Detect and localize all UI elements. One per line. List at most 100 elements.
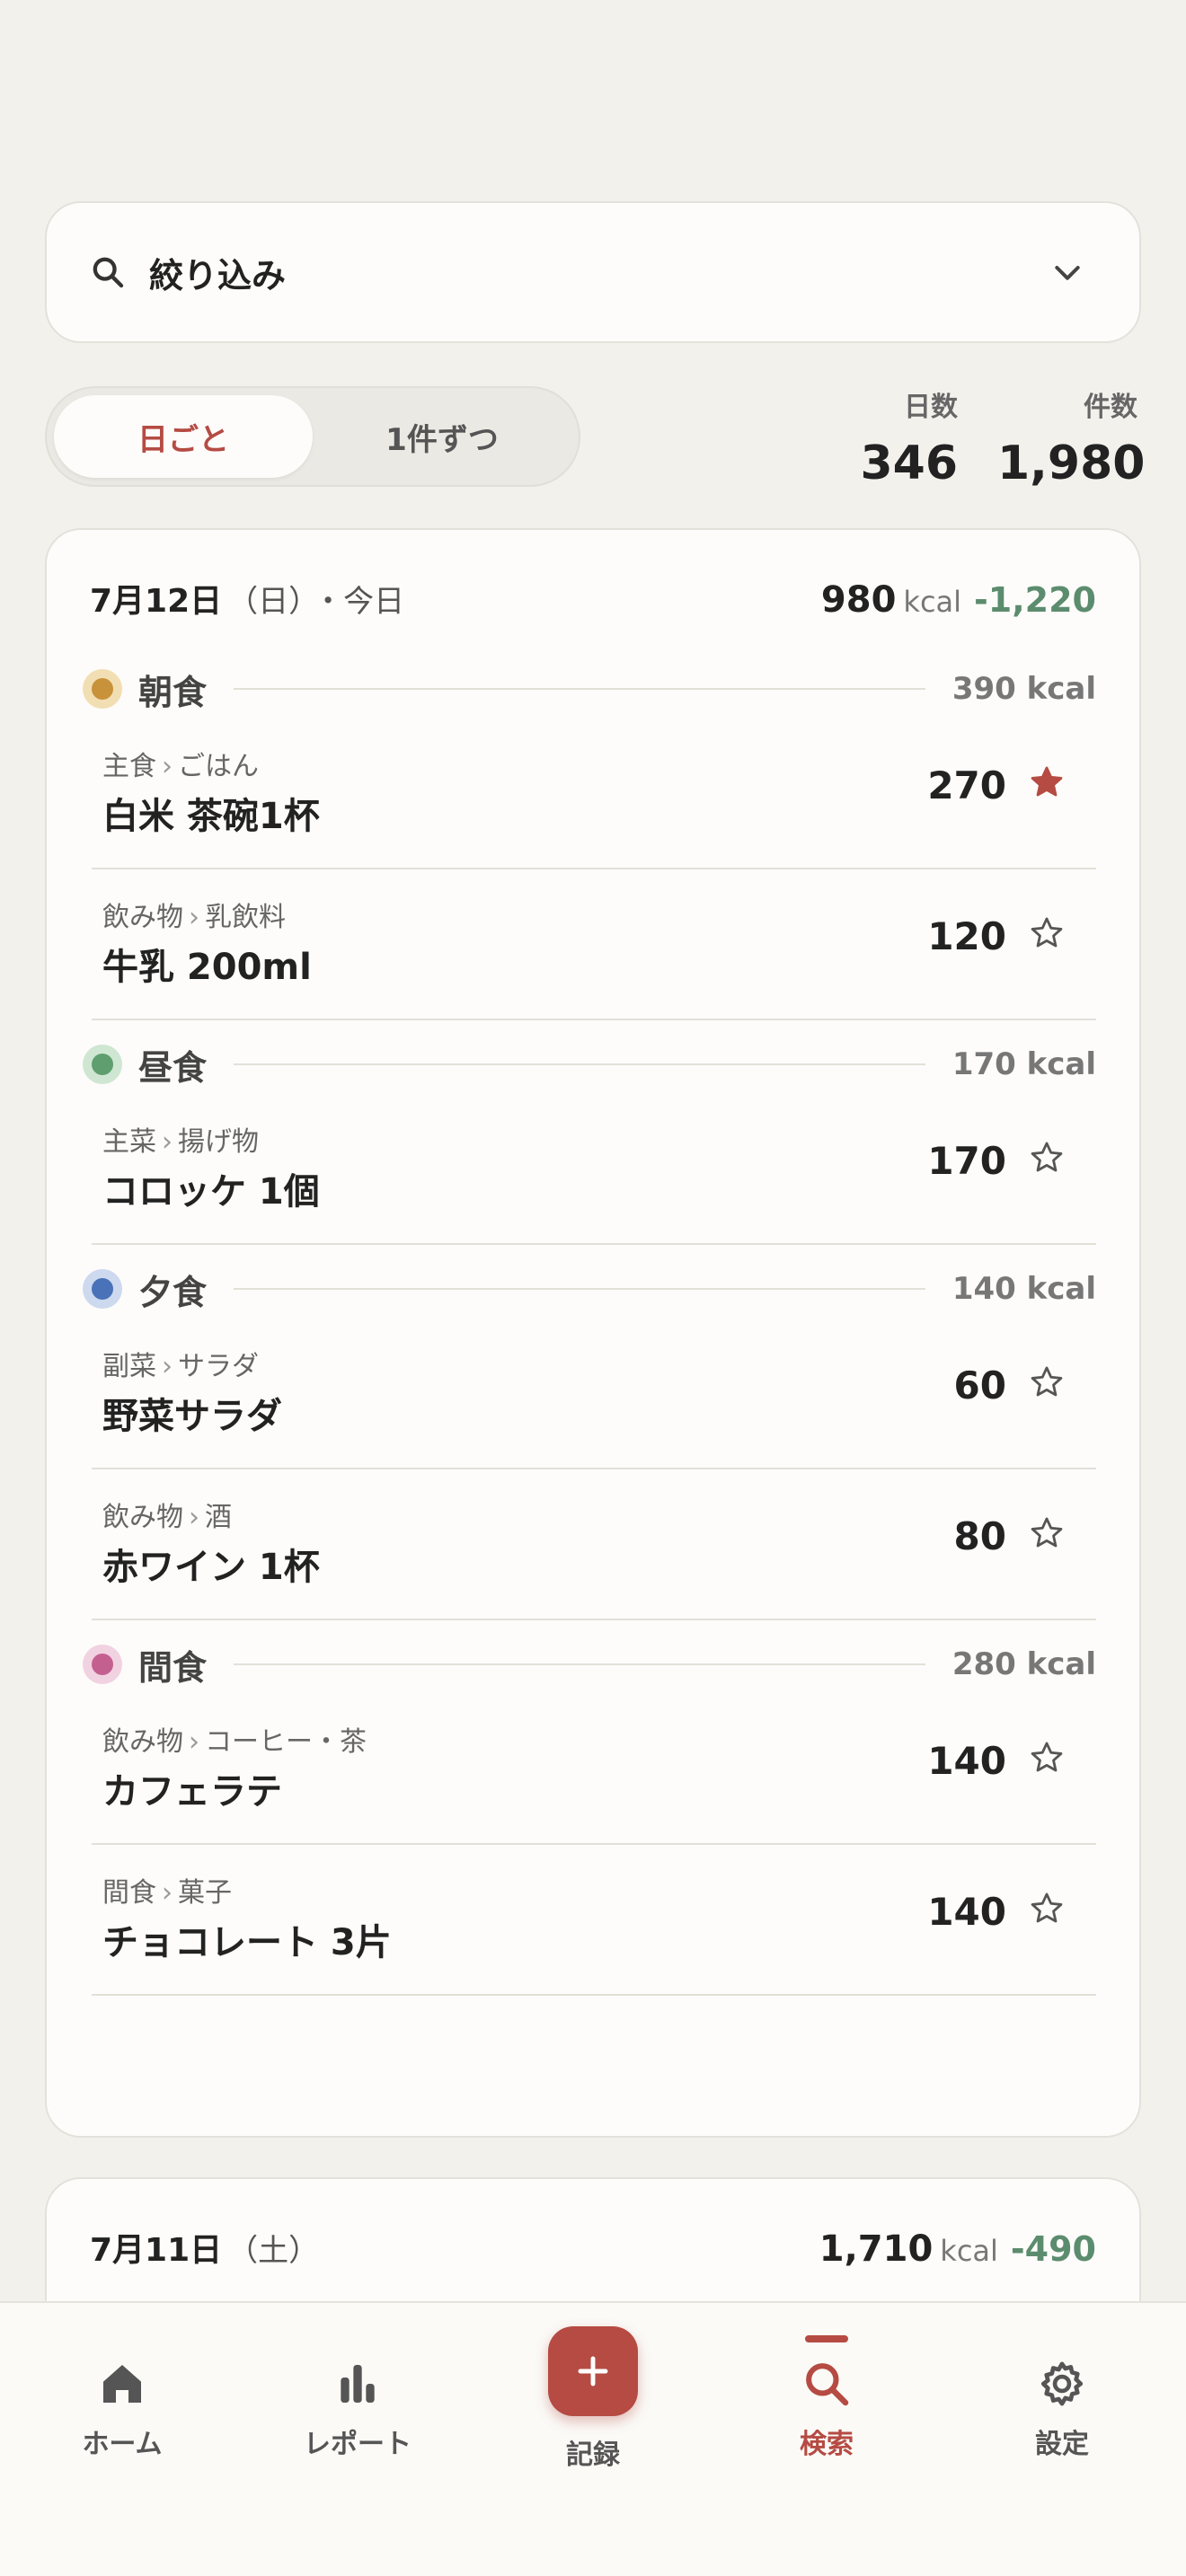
active-tab-indicator (805, 2335, 848, 2342)
star-outline-icon[interactable] (1028, 914, 1066, 952)
star-outline-icon[interactable] (1028, 1139, 1066, 1177)
food-row[interactable]: 副菜 › サラダ 野菜サラダ 60 (92, 1319, 1096, 1469)
star-outline-icon[interactable] (1028, 1739, 1066, 1777)
today-label: ・今日 (313, 584, 405, 620)
nav-report-label: レポート (304, 2429, 412, 2460)
food-category: 飲み物 › 酒 (102, 1495, 232, 1534)
filter-bar[interactable]: 絞り込み (45, 201, 1141, 343)
meal-name: 夕食 (138, 1272, 208, 1312)
nav-settings-label: 設定 (1035, 2429, 1089, 2460)
search-icon (93, 257, 124, 288)
gear-icon (1040, 2361, 1084, 2406)
food-kcal: 140 (927, 1739, 1006, 1783)
category-separator: › (162, 751, 173, 782)
category-sub: コーヒー・茶 (205, 1726, 367, 1758)
food-name: コロッケ 1個 (102, 1171, 320, 1213)
day-total-kcal: 1,710 (819, 2228, 934, 2270)
meal-dot-icon (83, 1045, 122, 1084)
food-category: 飲み物 › 乳飲料 (102, 895, 286, 934)
stat-count-value: 1,980 (997, 437, 1146, 490)
meal-divider (234, 1288, 925, 1290)
food-name: チョコレート 3片 (102, 1922, 392, 1963)
category-sub: 乳飲料 (205, 902, 286, 933)
food-name: カフェラテ (102, 1771, 282, 1813)
nav-home[interactable]: ホーム (32, 2303, 212, 2483)
star-outline-icon[interactable] (1028, 1890, 1066, 1928)
food-name: 牛乳 200ml (102, 947, 312, 988)
star-outline-icon[interactable] (1028, 1363, 1066, 1401)
meal-divider (234, 688, 925, 690)
food-name: 白米 茶碗1杯 (102, 796, 320, 837)
chevron-down-icon (1055, 266, 1080, 280)
category-separator: › (189, 902, 199, 933)
category-separator: › (162, 1351, 173, 1382)
day-header: 7月12日 （日） ・今日 980 kcal -1,220 (90, 575, 1096, 622)
stat-days-label: 日数 (904, 392, 958, 423)
meal-divider (234, 1063, 925, 1065)
nav-search[interactable]: 検索 (737, 2303, 916, 2483)
kcal-unit: kcal (903, 585, 962, 619)
food-row[interactable]: 間食 › 菓子 チョコレート 3片 140 (92, 1845, 1096, 1996)
category-sub: 揚げ物 (178, 1126, 259, 1158)
food-kcal: 80 (953, 1514, 1006, 1558)
meal-kcal: 140 kcal (951, 1271, 1096, 1307)
day-date: 7月11日 (90, 2232, 223, 2269)
day-delta-kcal: -1,220 (974, 580, 1096, 620)
category-sub: 菓子 (178, 1877, 232, 1909)
nav-report[interactable]: レポート (268, 2303, 447, 2483)
kcal-unit: kcal (940, 2234, 998, 2268)
category-separator: › (162, 1877, 173, 1909)
food-kcal: 170 (927, 1139, 1006, 1183)
category-separator: › (189, 1726, 199, 1758)
category-main: 主食 (102, 751, 156, 782)
category-separator: › (189, 1502, 199, 1533)
category-sub: 酒 (205, 1502, 232, 1533)
day-header: 7月11日 （土） 1,710 kcal -490 (90, 2224, 1096, 2271)
nav-home-label: ホーム (82, 2429, 163, 2460)
category-main: 副菜 (102, 1351, 156, 1382)
meal-divider (234, 1663, 925, 1665)
meal-name: 間食 (138, 1647, 208, 1688)
add-record-button[interactable] (548, 2326, 638, 2416)
food-category: 飲み物 › コーヒー・茶 (102, 1719, 367, 1759)
day-weekday: （日） (227, 584, 305, 620)
food-kcal: 270 (927, 763, 1006, 807)
meal-header: 朝食 390 kcal (83, 666, 1096, 712)
plus-icon (578, 2356, 608, 2386)
day-delta-kcal: -490 (1010, 2229, 1096, 2269)
food-row[interactable]: 飲み物 › 乳飲料 牛乳 200ml 120 (92, 869, 1096, 1020)
meal-header: 夕食 140 kcal (83, 1266, 1096, 1312)
food-name: 野菜サラダ (102, 1396, 282, 1437)
food-row[interactable]: 飲み物 › 酒赤ワイン 1杯 80 (92, 1469, 1096, 1620)
meal-name: 昼食 (138, 1047, 208, 1088)
meal-kcal: 170 kcal (951, 1046, 1096, 1082)
toggle-each[interactable]: 1件ずつ (313, 395, 571, 478)
food-category: 副菜 › サラダ (102, 1344, 259, 1383)
bottom-nav: ホーム レポート 記録 検索 設定 (0, 2301, 1186, 2576)
stat-days: 日数 346 (845, 384, 958, 490)
category-main: 間食 (102, 1877, 156, 1909)
food-kcal: 60 (953, 1363, 1006, 1407)
day-date: 7月12日 (90, 583, 223, 620)
food-category: 主食 › ごはん (102, 744, 259, 783)
meal-dot-icon (83, 1269, 122, 1309)
food-row[interactable]: 主食 › ごはん白米 茶碗1杯 270 (92, 719, 1096, 869)
food-row[interactable]: 主菜 › 揚げ物コロッケ 1個 170 (92, 1094, 1096, 1245)
category-separator: › (162, 1126, 173, 1158)
category-sub: ごはん (178, 751, 259, 782)
category-sub: サラダ (178, 1351, 259, 1382)
day-weekday: （土） (227, 2233, 320, 2269)
star-outline-icon[interactable] (1028, 1514, 1066, 1552)
toggle-daily[interactable]: 日ごと (54, 395, 313, 478)
filter-label: 絞り込み (149, 255, 287, 296)
food-category: 主菜 › 揚げ物 (102, 1119, 259, 1159)
home-icon (103, 2365, 141, 2403)
day-total-kcal: 980 (820, 579, 897, 621)
star-filled-icon[interactable] (1028, 763, 1066, 801)
nav-record-label: 記録 (566, 2439, 620, 2471)
bar-chart-icon (341, 2365, 375, 2403)
nav-settings[interactable]: 設定 (972, 2303, 1152, 2483)
food-row[interactable]: 飲み物 › コーヒー・茶 カフェラテ 140 (92, 1694, 1096, 1845)
meal-dot-icon (83, 1645, 122, 1684)
food-kcal: 120 (927, 914, 1006, 958)
